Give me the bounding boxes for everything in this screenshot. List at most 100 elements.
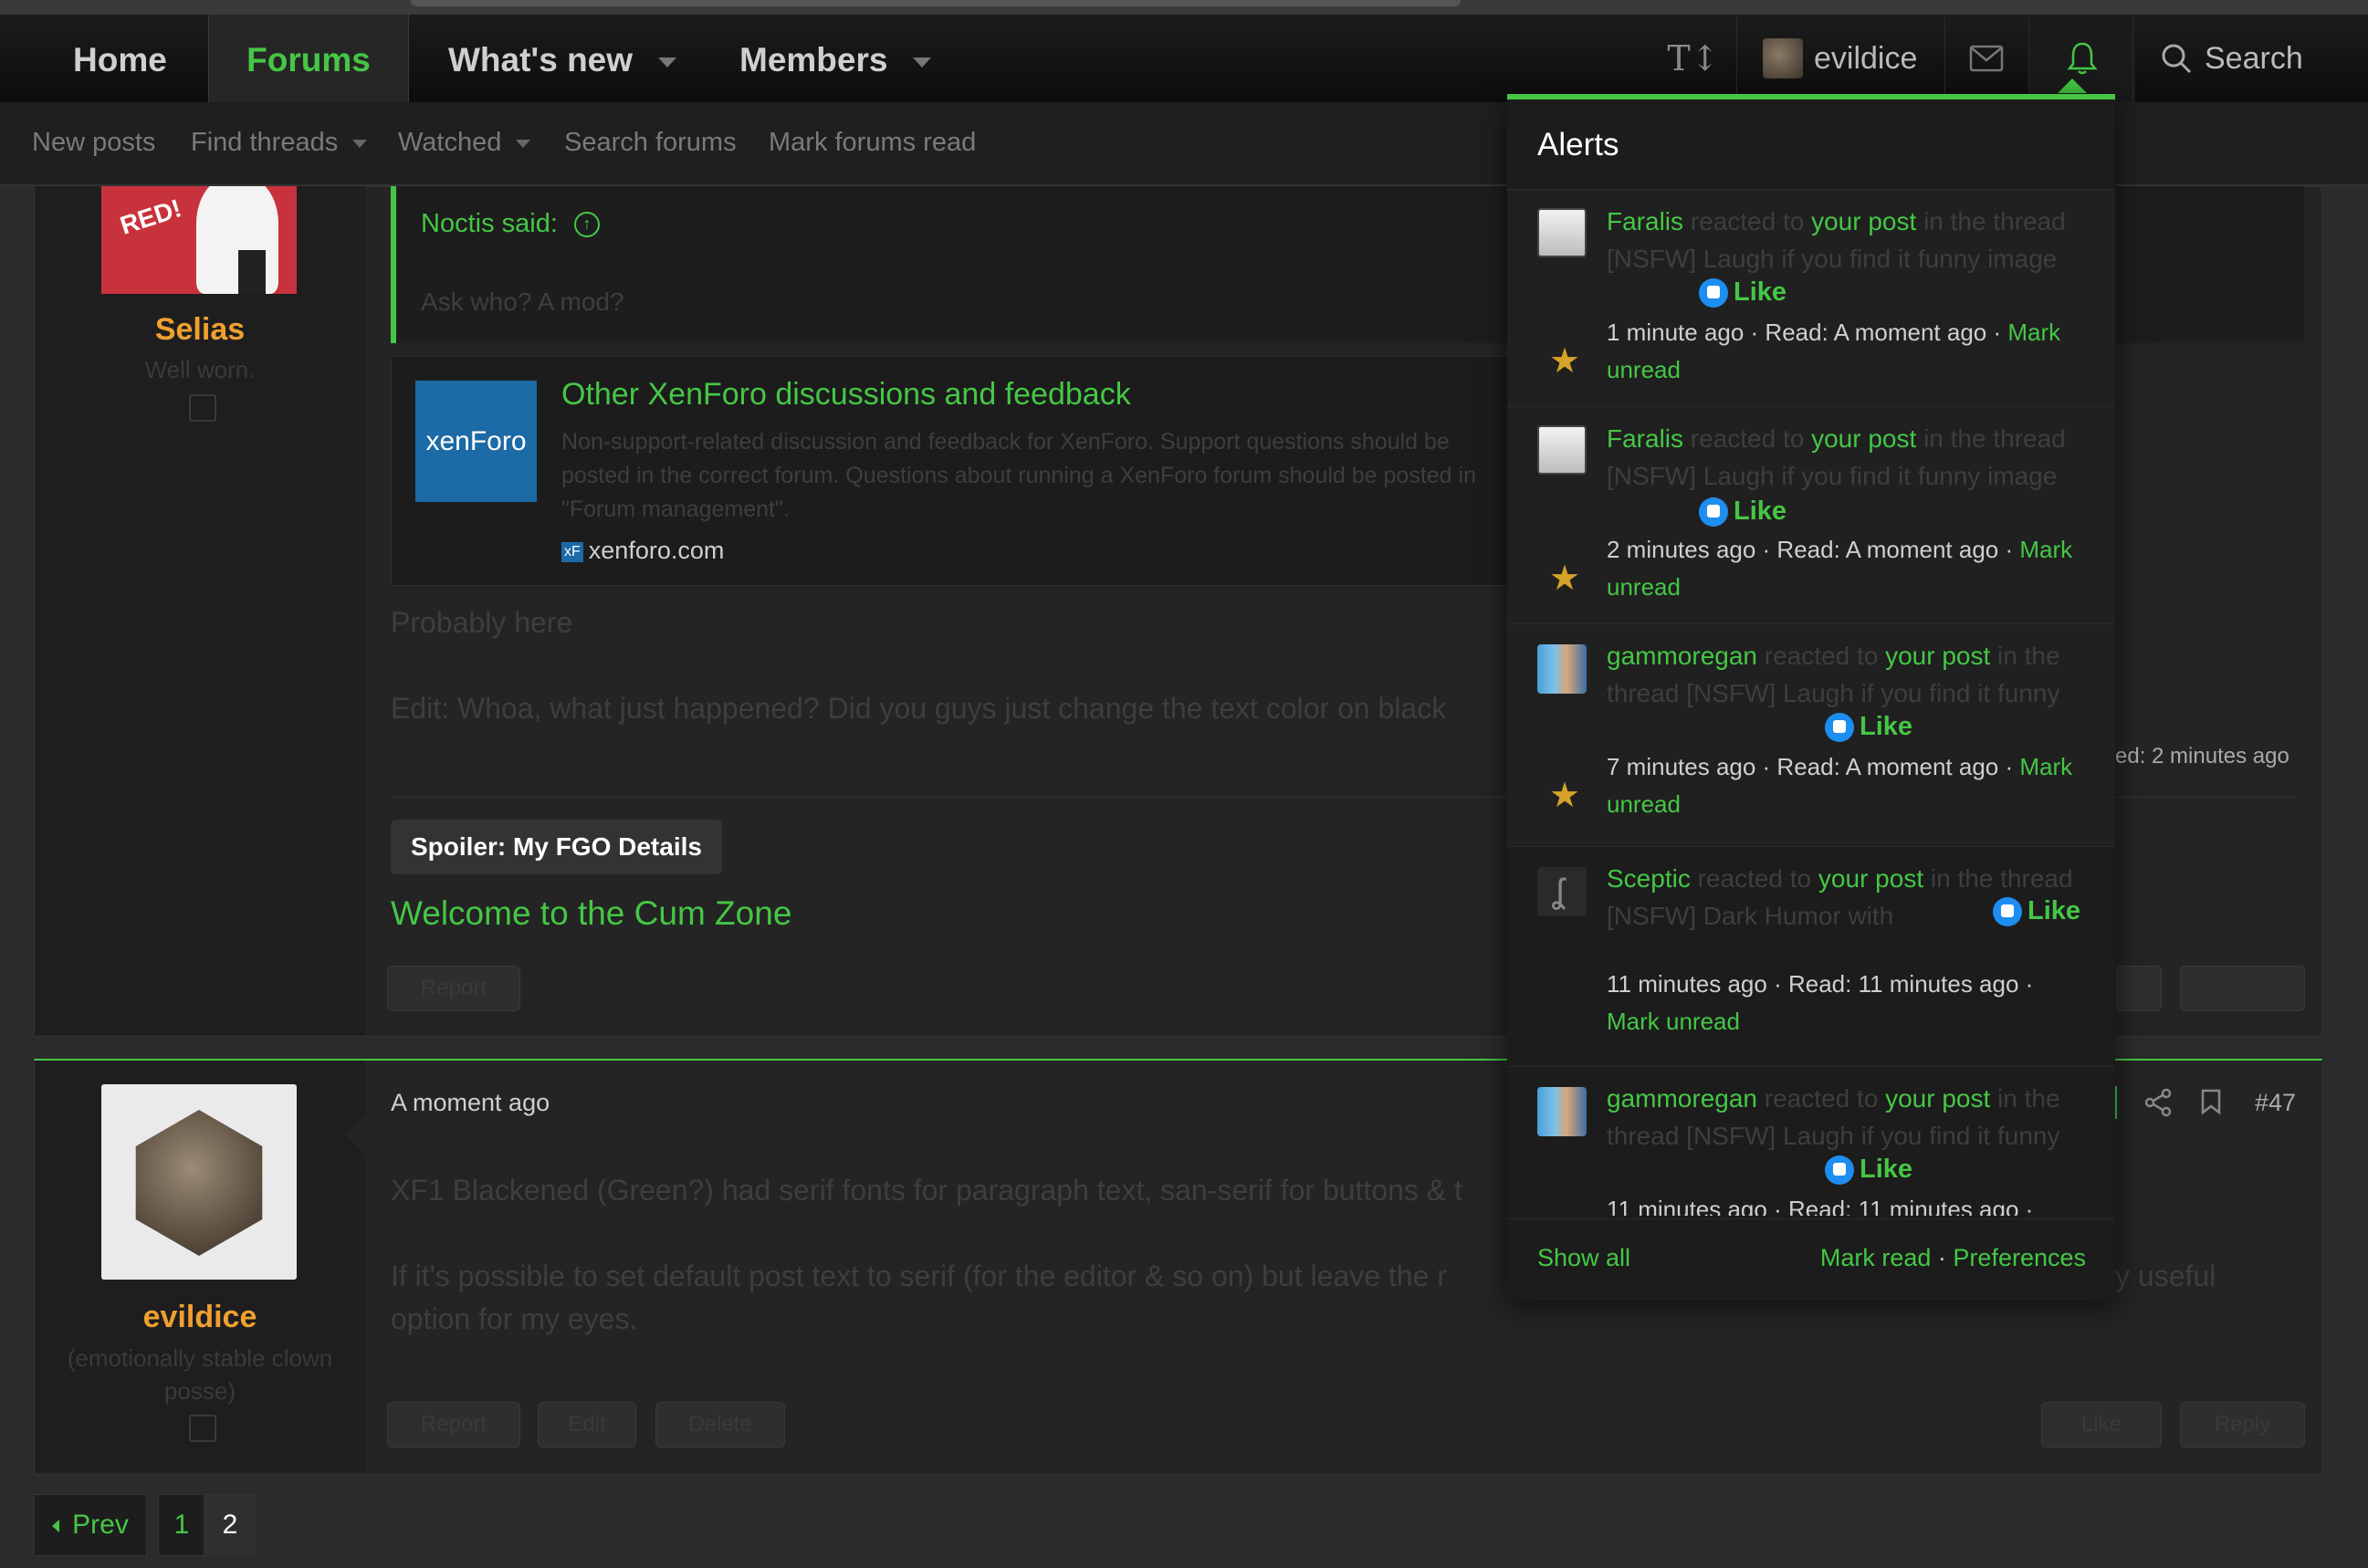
hook-icon: ʆ xyxy=(1552,873,1565,911)
tab-forums[interactable]: Forums xyxy=(208,15,409,102)
show-all-link[interactable]: Show all xyxy=(1537,1244,1630,1272)
alert-post-link[interactable]: your post xyxy=(1811,207,1916,235)
alert-user-link[interactable]: gammoregan xyxy=(1607,642,1757,670)
subnav-watched-label: Watched xyxy=(398,128,502,157)
avatar: RED! xyxy=(101,186,297,294)
subnav-search-forums[interactable]: Search forums xyxy=(564,128,737,158)
quote-text: Ask who? A mod? xyxy=(421,287,624,316)
alert-reaction-label: Like xyxy=(1860,1155,1913,1184)
text-size-button[interactable]: T↕ xyxy=(1652,15,1734,102)
unfurl-site-name: xenforo.com xyxy=(588,537,725,564)
unfurl-site[interactable]: xF xenforo.com xyxy=(561,537,724,565)
report-button[interactable]: Report xyxy=(387,966,520,1011)
like-button-label: Like xyxy=(2080,1412,2122,1437)
alert-time: 11 minutes ago · Read: 11 minutes ago · xyxy=(1607,970,2034,998)
alert-text: Faralis reacted to your post in the thre… xyxy=(1607,203,2090,277)
user-title: (emotionally stable clown posse) xyxy=(67,1344,333,1405)
alert-user-link[interactable]: Faralis xyxy=(1607,424,1683,453)
star-icon[interactable]: ★ xyxy=(1549,340,1580,382)
chevron-left-icon xyxy=(52,1520,60,1533)
post-action-button[interactable] xyxy=(2116,966,2162,1011)
alert-item[interactable]: gammoregan reacted to your post in the t… xyxy=(1507,624,2115,847)
bookmark-icon[interactable] xyxy=(2200,1088,2222,1115)
tab-forums-label: Forums xyxy=(246,41,371,78)
edit-button[interactable]: Edit xyxy=(538,1402,636,1448)
xenforo-favicon-icon: xF xyxy=(561,541,583,562)
alert-user-link[interactable]: Faralis xyxy=(1607,207,1683,235)
post-time[interactable]: A moment ago xyxy=(391,1089,550,1117)
spoiler-button[interactable]: Spoiler: My FGO Details xyxy=(391,820,722,874)
chevron-down-icon[interactable] xyxy=(658,57,677,68)
alert-reaction-label: Like xyxy=(2027,896,2081,925)
avatar[interactable]: ʆ xyxy=(1537,867,1587,916)
alert-user-link[interactable]: gammoregan xyxy=(1607,1084,1757,1113)
signature-link[interactable]: Welcome to the Cum Zone xyxy=(391,894,791,933)
tab-whats-new[interactable]: What's new xyxy=(448,15,677,102)
mark-unread-link[interactable]: Mark unread xyxy=(1607,1008,1740,1035)
inbox-button[interactable] xyxy=(1944,15,2027,102)
avatar[interactable] xyxy=(1537,644,1587,694)
alert-item[interactable]: Faralis reacted to your post in the thre… xyxy=(1507,190,2115,407)
avatar[interactable] xyxy=(1537,425,1587,475)
reply-button[interactable]: Reply xyxy=(2180,1402,2305,1448)
quote-author[interactable]: Noctis said: ↑ xyxy=(421,209,600,239)
arrow-up-circle-icon[interactable]: ↑ xyxy=(573,212,600,238)
prev-page-button[interactable]: Prev xyxy=(34,1494,147,1556)
chevron-down-icon[interactable] xyxy=(352,139,368,148)
mark-read-link[interactable]: Mark read xyxy=(1820,1244,1932,1271)
post-number-link[interactable]: #47 xyxy=(2255,1089,2296,1117)
avatar[interactable] xyxy=(1537,208,1587,257)
alert-reaction: Like xyxy=(1825,1155,1913,1186)
account-button[interactable]: evildice xyxy=(1736,15,1919,102)
alert-post-link[interactable]: your post xyxy=(1818,864,1923,893)
thumbs-up-icon xyxy=(1825,1155,1854,1186)
bell-icon xyxy=(2067,42,2098,75)
delete-button[interactable]: Delete xyxy=(655,1402,785,1448)
preferences-link[interactable]: Preferences xyxy=(1953,1244,2086,1271)
report-button[interactable]: Report xyxy=(387,1402,520,1448)
star-icon[interactable]: ★ xyxy=(1549,775,1580,816)
alert-post-link[interactable]: your post xyxy=(1811,424,1916,453)
alert-item[interactable]: Faralis reacted to your post in the thre… xyxy=(1507,407,2115,624)
post-body-line: Edit: Whoa, what just happened? Did you … xyxy=(391,692,1447,725)
search-button[interactable]: Search xyxy=(2132,15,2322,102)
alert-item[interactable]: gammoregan reacted to your post in the t… xyxy=(1507,1067,2115,1216)
tab-members[interactable]: Members xyxy=(739,15,932,102)
subnav-find-threads-label: Find threads xyxy=(191,128,339,157)
page-1-link[interactable]: 1 xyxy=(158,1494,205,1556)
alert-reacted-text: reacted to xyxy=(1697,864,1812,893)
tab-home[interactable]: Home xyxy=(73,15,167,102)
tab-home-label: Home xyxy=(73,41,167,78)
alert-time: 7 minutes ago · Read: A moment ago · xyxy=(1607,753,2014,780)
alert-user-link[interactable]: Sceptic xyxy=(1607,864,1691,893)
user-info-toggle-icon[interactable] xyxy=(189,394,216,422)
like-button[interactable]: Like xyxy=(2041,1402,2162,1448)
search-label: Search xyxy=(2205,40,2303,76)
avatar xyxy=(101,1084,297,1280)
chevron-down-icon[interactable] xyxy=(913,57,932,68)
post-username[interactable]: Selias xyxy=(35,312,365,348)
avatar-character xyxy=(196,186,278,294)
avatar[interactable] xyxy=(1537,1087,1587,1136)
alert-item[interactable]: ʆ Sceptic reacted to your post in the th… xyxy=(1507,847,2115,1067)
star-icon[interactable]: ★ xyxy=(1549,558,1580,599)
reply-button[interactable] xyxy=(2180,966,2305,1011)
delete-button-label: Delete xyxy=(688,1412,752,1437)
alert-post-link[interactable]: your post xyxy=(1885,642,1990,670)
user-info-toggle-icon[interactable] xyxy=(189,1415,216,1442)
post-body-line: option for my eyes. xyxy=(391,1302,638,1335)
post-username[interactable]: evildice xyxy=(35,1300,365,1335)
alerts-title: Alerts xyxy=(1537,127,1619,162)
report-button-label: Report xyxy=(420,1412,487,1437)
share-icon[interactable] xyxy=(2144,1088,2172,1117)
search-icon xyxy=(2162,44,2192,74)
subnav-mark-forums-read[interactable]: Mark forums read xyxy=(769,128,976,158)
chevron-down-icon[interactable] xyxy=(516,139,531,148)
xenforo-logo: xenForo xyxy=(415,381,537,502)
unfurl-title[interactable]: Other XenForo discussions and feedback xyxy=(561,377,1131,413)
subnav-new-posts[interactable]: New posts xyxy=(32,128,155,158)
alert-post-link[interactable]: your post xyxy=(1885,1084,1990,1113)
subnav-find-threads[interactable]: Find threads xyxy=(191,128,368,158)
subnav-watched[interactable]: Watched xyxy=(398,128,531,158)
envelope-icon xyxy=(1969,45,2004,72)
